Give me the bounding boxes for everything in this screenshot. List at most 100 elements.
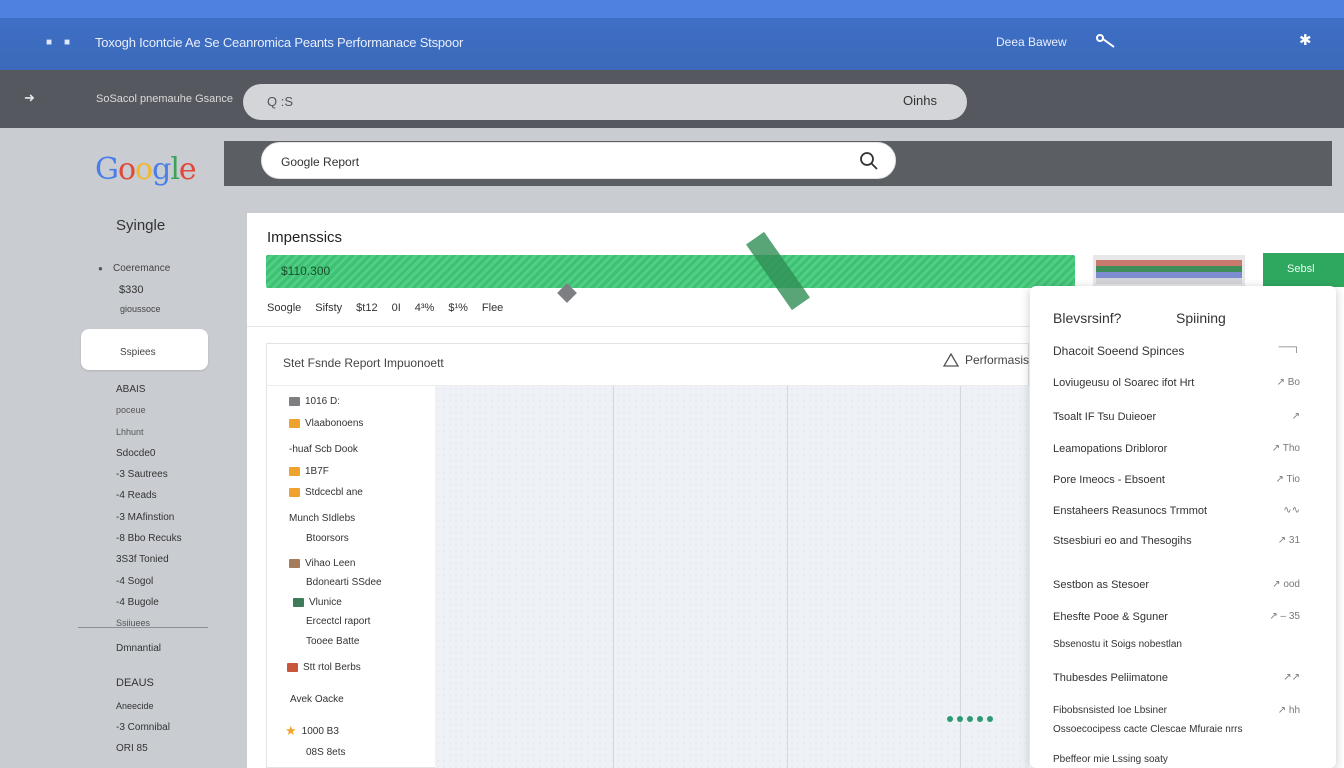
list-item[interactable]: Vlaabonoens [289,418,363,429]
popup-item[interactable]: Ossoecocipess cacte Clescae Mfuraie nrrs [1053,724,1243,735]
list-item-label: Ercectcl raport [306,616,371,627]
warning-label[interactable]: Performasis [943,353,1029,367]
list-item[interactable]: Btoorsors [306,533,349,544]
popup-item[interactable]: Pbeffeor mie Lssing soaty [1053,754,1168,765]
breadcrumb[interactable]: SoSacol pnemauhe Gsance [96,93,233,105]
dot[interactable] [957,716,963,722]
metric[interactable]: Sifsty [315,302,342,314]
dot[interactable] [967,716,973,722]
popup-item[interactable]: Sestbon as Stesoer [1053,579,1149,591]
popup-item[interactable]: Pore Imeocs - Ebsoent [1053,474,1165,486]
window-controls: ■ ■ [46,37,70,48]
impressions-value: $110.300 [281,264,331,278]
sidebar-item[interactable]: Ssiiuees [116,618,182,639]
pin-icon[interactable]: ✱ [1299,31,1312,49]
metric[interactable]: 4³% [415,302,435,314]
chart-grid [435,386,1029,768]
sidebar-item[interactable]: Lhhunt [116,427,182,448]
dot[interactable] [987,716,993,722]
sidebar-item[interactable]: Sdocde0 [116,448,182,469]
popup-item[interactable]: Stsesbiuri eo and Thesogihs [1053,535,1192,547]
sidebar-item[interactable]: Dmnantial [116,643,170,677]
back-arrow-icon[interactable]: ➜ [24,90,35,106]
list-item-label: Btoorsors [306,533,349,544]
list-item-label: 1016 D: [305,396,341,407]
search-icon[interactable] [859,151,879,171]
popup-item[interactable]: Tsoalt IF Tsu Duieoer [1053,411,1156,423]
dot[interactable] [947,716,953,722]
list-item[interactable]: Munch SIdlebs [289,513,355,524]
green-chip[interactable]: Sebsl [1263,253,1344,287]
sidebar-item[interactable]: -3 Sautrees [116,469,182,490]
sidebar-item-active[interactable]: Sspiees [81,329,208,370]
list-item[interactable]: -huaf Scb Dook [289,444,358,455]
popup-item-value: ↗ 31 [1277,535,1300,546]
list-item[interactable]: 08S 8ets [306,747,345,758]
popup-item[interactable]: Sbsenostu it Soigs nobestlan [1053,639,1182,650]
sidebar-item[interactable]: ABAIS [116,384,182,405]
list-item[interactable]: Bdonearti SSdee [306,577,382,588]
list-item[interactable]: Avek Oacke [290,694,344,705]
details-popup: Blevsrsinf? Spiining Dhacoit Soeend Spin… [1030,286,1336,768]
account-label[interactable]: Deea Bawew [996,35,1067,49]
popup-heading-right[interactable]: Spiining [1176,310,1226,326]
popup-item-value: ↗ Bo [1276,377,1300,388]
sidebar-item[interactable]: Aneecide [116,701,170,722]
metric[interactable]: Soogle [267,302,301,314]
popup-item[interactable]: Ehesfte Pooe & Sguner [1053,611,1168,623]
sidebar-item[interactable]: -4 Bugole [116,597,182,618]
list-item[interactable]: Vlunice [293,597,342,608]
popup-item[interactable]: Enstaheers Reasunocs Trmmot [1053,505,1207,517]
popup-item[interactable]: Thubesdes Peliimatone [1053,672,1168,684]
list-item[interactable]: 1B7F [289,466,329,477]
window-title: Toxogh Icontcie Ae Se Ceanromica Peants … [95,35,464,50]
list-item[interactable]: ★ 1000 B3 [285,723,339,739]
popup-item[interactable]: Dhacoit Soeend Spinces [1053,344,1184,358]
popup-item[interactable]: Leamopations Dribloror [1053,443,1167,455]
sidebar-item[interactable]: ORI 85 [116,743,170,764]
star-icon: ★ [285,723,297,738]
address-bar[interactable]: Q :S Oinhs [243,84,967,120]
address-right-label[interactable]: Oinhs [903,93,937,108]
list-item-label: 1000 B3 [301,725,339,737]
popup-item-value: ──┐ [1278,342,1300,353]
sidebar-item[interactable]: -3 Comnibal [116,722,170,743]
dot[interactable] [977,716,983,722]
list-item-label: Munch SIdlebs [289,513,356,524]
key-icon[interactable] [1095,31,1117,51]
list-item[interactable]: Stt rtol Berbs [287,662,361,673]
sidebar-item[interactable]: -4 Reads [116,490,182,511]
sidebar-item[interactable]: 3S3f Tonied [116,554,182,575]
list-item-label: Vihao Leen [305,558,356,569]
sidebar-item[interactable]: -4 Sogol [116,576,182,597]
bullet-icon: ● [98,264,103,273]
title-bar: ■ ■ Toxogh Icontcie Ae Se Ceanromica Pea… [0,0,1344,70]
folder-icon [289,419,300,428]
list-item-label: Stdcecbl ane [305,487,363,498]
popup-item[interactable]: Loviugeusu ol Soarec ifot Hrt [1053,377,1194,389]
search-input[interactable]: Google Report [261,142,896,179]
sidebar-item[interactable]: -8 Bbo Recuks [116,533,182,554]
sidebar-item[interactable]: poceue [116,405,182,426]
pagination-dots[interactable] [947,716,993,722]
restore-icon[interactable]: ■ [64,37,70,48]
list-item-label: Vlaabonoens [305,418,364,429]
report-card: Stet Fsnde Report Impuonoett Performasis… [266,343,1029,768]
sidebar-item[interactable]: DEAUS [116,677,170,701]
popup-item[interactable]: Fibobsnsisted Ioe Lbsiner [1053,705,1167,716]
metric[interactable]: $t12 [356,302,377,314]
folder-icon [289,467,300,476]
metric[interactable]: Flee [482,302,503,314]
metric[interactable]: $¹% [448,302,468,314]
doc-icon [293,598,304,607]
list-item[interactable]: Ercectcl raport [306,616,370,627]
sidebar-section[interactable]: Coeremance [113,263,170,274]
sidebar-divider [78,627,208,628]
minimize-icon[interactable]: ■ [46,37,52,48]
sidebar-item[interactable]: -3 MAfinstion [116,512,182,533]
list-item[interactable]: Tooee Batte [306,636,359,647]
list-item[interactable]: Stdcecbl ane [289,487,363,498]
list-item[interactable]: 1016 D: [289,396,340,407]
list-item[interactable]: Vihao Leen [289,558,355,569]
metric[interactable]: 0I [392,302,401,314]
